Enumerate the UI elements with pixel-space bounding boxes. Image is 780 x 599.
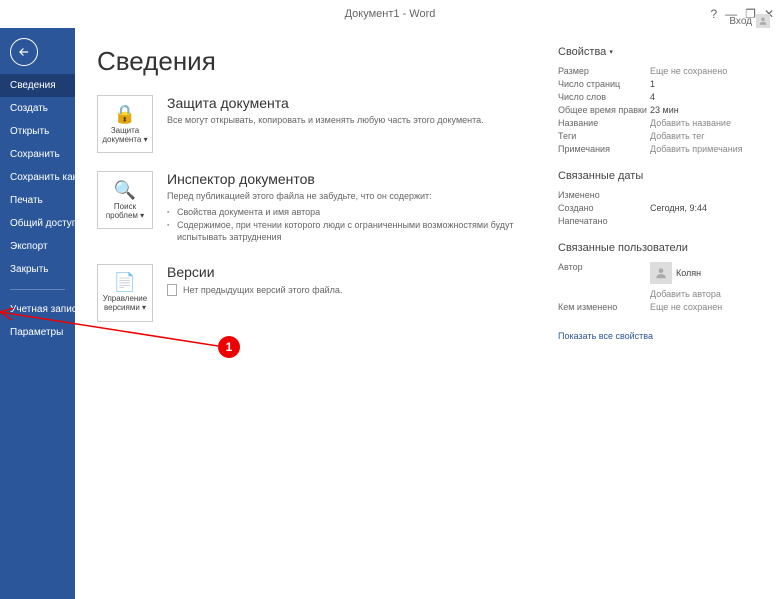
versions-title: Версии (167, 264, 534, 280)
versions-text: Нет предыдущих версий этого файла. (183, 285, 342, 295)
versions-icon: 📄 (114, 272, 136, 293)
chevron-down-icon: ▾ (609, 49, 613, 56)
prop-last-modified-by-value: Еще не сохранен (650, 302, 722, 312)
prop-tags-label: Теги (558, 131, 650, 141)
prop-comments-label: Примечания (558, 144, 650, 154)
inspect-item-2: Содержимое, при чтении которого люди с о… (167, 220, 534, 243)
show-all-properties-link[interactable]: Показать все свойства (558, 331, 653, 341)
login-label: Вход (729, 16, 752, 27)
protect-document-button[interactable]: 🔒 Защита документа ▾ (97, 95, 153, 153)
section-protect: 🔒 Защита документа ▾ Защита документа Вс… (97, 95, 534, 153)
window-title: Документ1 - Word (345, 8, 436, 20)
prop-edit-time-value: 23 мин (650, 105, 679, 115)
prop-pages-value: 1 (650, 79, 655, 89)
prop-created-value: Сегодня, 9:44 (650, 203, 707, 213)
nav-open[interactable]: Открыть (0, 120, 75, 143)
prop-printed-label: Напечатано (558, 216, 650, 226)
prop-modified-label: Изменено (558, 190, 650, 200)
inspect-title: Инспектор документов (167, 171, 534, 187)
inspect-item-1: Свойства документа и имя автора (167, 207, 534, 219)
prop-author-value: Колян (676, 268, 701, 278)
properties-panel: Свойства ▾ РазмерЕще не сохранено Число … (558, 46, 758, 581)
nav-account[interactable]: Учетная запись (0, 298, 75, 321)
nav-export[interactable]: Экспорт (0, 235, 75, 258)
document-icon (167, 284, 177, 296)
prop-words-label: Число слов (558, 92, 650, 102)
manage-versions-button[interactable]: 📄 Управление версиями ▾ (97, 264, 153, 322)
lock-icon: 🔒 (114, 104, 136, 125)
check-issues-button[interactable]: 🔍 Поиск проблем ▾ (97, 171, 153, 229)
sidebar: Сведения Создать Открыть Сохранить Сохра… (0, 28, 75, 599)
user-sign-in[interactable]: Вход (729, 14, 774, 28)
chevron-down-icon: ▾ (144, 135, 148, 144)
inspect-tile-label: Поиск проблем (106, 202, 138, 220)
section-versions: 📄 Управление версиями ▾ Версии Нет преды… (97, 264, 534, 322)
prop-title-label: Название (558, 118, 650, 128)
chevron-down-icon: ▾ (142, 303, 146, 312)
prop-size-label: Размер (558, 66, 650, 76)
nav-options[interactable]: Параметры (0, 321, 75, 344)
prop-title-value[interactable]: Добавить название (650, 118, 731, 128)
nav-new[interactable]: Создать (0, 97, 75, 120)
chevron-down-icon: ▾ (140, 211, 144, 220)
properties-heading[interactable]: Свойства ▾ (558, 46, 758, 58)
page-title: Сведения (97, 46, 534, 77)
back-button[interactable] (10, 38, 38, 66)
prop-pages-label: Число страниц (558, 79, 650, 89)
prop-size-value: Еще не сохранено (650, 66, 727, 76)
related-dates-heading: Связанные даты (558, 170, 758, 182)
nav-save[interactable]: Сохранить (0, 143, 75, 166)
protect-title: Защита документа (167, 95, 534, 111)
user-icon (756, 14, 770, 28)
versions-tile-label: Управление версиями (103, 294, 147, 312)
nav-print[interactable]: Печать (0, 189, 75, 212)
nav-save-as[interactable]: Сохранить как (0, 166, 75, 189)
prop-created-label: Создано (558, 203, 650, 213)
nav-share[interactable]: Общий доступ (0, 212, 75, 235)
section-inspect: 🔍 Поиск проблем ▾ Инспектор документов П… (97, 171, 534, 246)
protect-text: Все могут открывать, копировать и изменя… (167, 115, 534, 127)
prop-last-modified-by-label: Кем изменено (558, 302, 650, 312)
prop-edit-time-label: Общее время правки (558, 105, 650, 115)
nav-info[interactable]: Сведения (0, 74, 75, 97)
inspect-icon: 🔍 (114, 180, 136, 201)
avatar-icon (650, 262, 672, 284)
titlebar: Документ1 - Word ? — ❐ ✕ Вход (0, 0, 780, 28)
prop-words-value: 4 (650, 92, 655, 102)
prop-author-label: Автор (558, 262, 650, 286)
prop-tags-value[interactable]: Добавить тег (650, 131, 705, 141)
related-users-heading: Связанные пользователи (558, 242, 758, 254)
nav-close[interactable]: Закрыть (0, 258, 75, 281)
add-author-link[interactable]: Добавить автора (650, 289, 721, 299)
protect-tile-label: Защита документа (102, 126, 141, 144)
help-icon[interactable]: ? (710, 7, 717, 21)
prop-comments-value[interactable]: Добавить примечания (650, 144, 743, 154)
inspect-lead: Перед публикацией этого файла не забудьт… (167, 191, 432, 201)
